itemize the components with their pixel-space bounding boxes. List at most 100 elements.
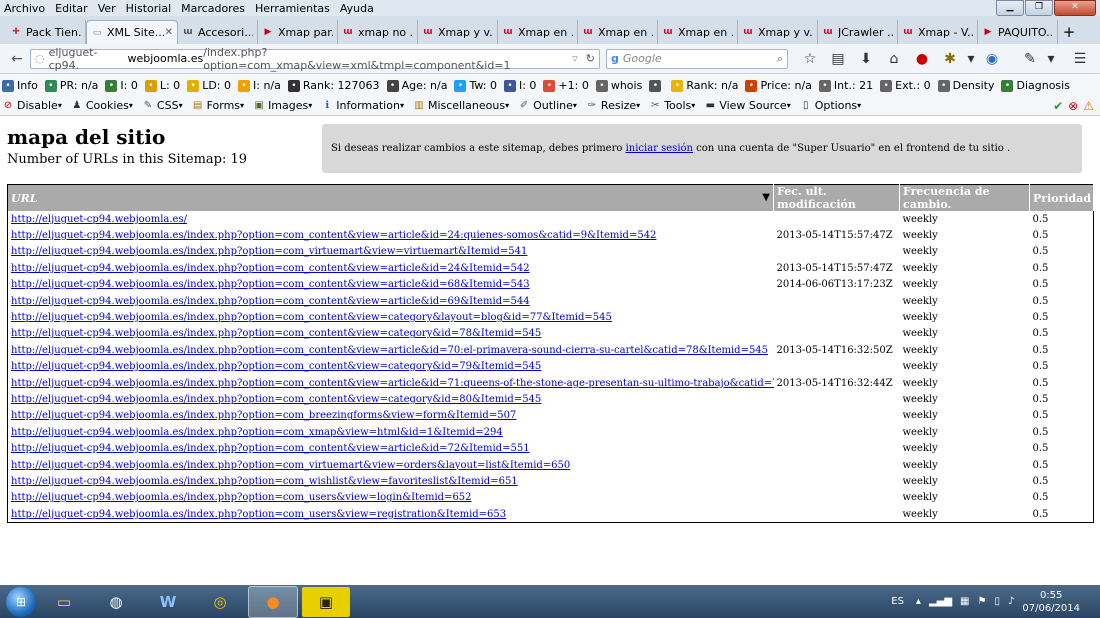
seo-item-5[interactable]: • I: n/a bbox=[238, 79, 281, 92]
sitemap-url-link[interactable]: http://eljuguet-cp94.webjoomla.es/index.… bbox=[11, 378, 774, 389]
header-lastmod[interactable]: Fec. ult. modificación bbox=[773, 184, 900, 211]
tray-expand-icon[interactable]: ▴ bbox=[916, 596, 921, 607]
tab-12[interactable]: ▶ PAQUITO... bbox=[978, 20, 1058, 44]
action-center-icon[interactable]: ⚑ bbox=[977, 596, 986, 607]
greasemonkey-icon[interactable]: ✱ bbox=[936, 51, 964, 67]
header-changefreq[interactable]: Frecuencia de cambio. bbox=[899, 184, 1030, 211]
sitemap-url-link[interactable]: http://eljuguet-cp94.webjoomla.es/index.… bbox=[11, 509, 506, 520]
seo-item-12[interactable]: • bbox=[649, 79, 664, 92]
seo-item-6[interactable]: • Rank: 127063 bbox=[287, 79, 380, 92]
sitemap-url-link[interactable]: http://eljuguet-cp94.webjoomla.es/index.… bbox=[11, 328, 541, 339]
menu-editar[interactable]: Editar bbox=[55, 2, 88, 15]
menu-ayuda[interactable]: Ayuda bbox=[340, 2, 374, 15]
seo-item-11[interactable]: • whois bbox=[595, 79, 642, 92]
taskbar-explorer[interactable]: ▭ bbox=[40, 587, 88, 617]
sitemap-url-link[interactable]: http://eljuguet-cp94.webjoomla.es/index.… bbox=[11, 492, 472, 503]
close-window-button[interactable]: ✕ bbox=[1054, 0, 1096, 16]
tab-5[interactable]: ɯ Xmap y v... bbox=[418, 20, 498, 44]
header-priority[interactable]: Prioridad bbox=[1029, 184, 1094, 211]
seo-item-4[interactable]: • LD: 0 bbox=[187, 79, 231, 92]
devbar-item-2[interactable]: ✎ CSS ▾ bbox=[142, 99, 183, 112]
sitemap-url-link[interactable]: http://eljuguet-cp94.webjoomla.es/index.… bbox=[11, 443, 530, 454]
devbar-item-1[interactable]: ♟ Cookies ▾ bbox=[71, 99, 133, 112]
clock[interactable]: 0:55 07/06/2014 bbox=[1022, 589, 1080, 615]
tab-9[interactable]: ɯ Xmap y v... bbox=[738, 20, 818, 44]
menu-herramientas[interactable]: Herramientas bbox=[255, 2, 330, 15]
addon-dropdown-icon[interactable]: ▾ bbox=[1044, 51, 1058, 67]
tab-6[interactable]: ɯ Xmap en ... bbox=[498, 20, 578, 44]
url-bar[interactable]: ◌ eljuguet-cp94. webjoomla.es/index.php?o… bbox=[30, 46, 600, 72]
seo-item-18[interactable]: • Diagnosis bbox=[1001, 79, 1070, 92]
menu-historial[interactable]: Historial bbox=[126, 2, 171, 15]
seo-item-8[interactable]: • Tw: 0 bbox=[454, 79, 497, 92]
seo-item-16[interactable]: • Ext.: 0 bbox=[880, 79, 931, 92]
minimize-button[interactable]: ▁ bbox=[996, 0, 1024, 16]
devbar-item-6[interactable]: ▥ Miscellaneous ▾ bbox=[413, 99, 509, 112]
devbar-item-3[interactable]: ▤ Forms ▾ bbox=[192, 99, 244, 112]
menu-archivo[interactable]: Archivo bbox=[4, 2, 45, 15]
valid-check-icon[interactable]: ✔ bbox=[1053, 99, 1063, 113]
back-button[interactable]: ← bbox=[6, 48, 28, 70]
bookmark-star-icon[interactable]: ☆ bbox=[796, 51, 824, 67]
taskbar-word[interactable]: W bbox=[144, 587, 192, 617]
reload-icon[interactable]: ↻ bbox=[586, 52, 595, 65]
menu-ver[interactable]: Ver bbox=[98, 2, 116, 15]
sitemap-url-link[interactable]: http://eljuguet-cp94.webjoomla.es/index.… bbox=[11, 246, 527, 257]
seo-item-7[interactable]: • Age: n/a bbox=[386, 79, 447, 92]
menu-marcadores[interactable]: Marcadores bbox=[181, 2, 245, 15]
start-button[interactable]: ⊞ bbox=[6, 586, 36, 617]
extension-dropdown-icon[interactable]: ▾ bbox=[964, 51, 978, 67]
sitemap-url-link[interactable]: http://eljuguet-cp94.webjoomla.es/index.… bbox=[11, 361, 541, 372]
tab-close-icon[interactable]: ✕ bbox=[165, 27, 173, 38]
error-icon[interactable]: ⊗ bbox=[1068, 99, 1078, 113]
sitemap-url-link[interactable]: http://eljuguet-cp94.webjoomla.es/index.… bbox=[11, 476, 518, 487]
sitemap-url-link[interactable]: http://eljuguet-cp94.webjoomla.es/index.… bbox=[11, 279, 530, 290]
devbar-item-11[interactable]: ▯ Options ▾ bbox=[800, 99, 861, 112]
taskbar-hp[interactable]: ◍ bbox=[92, 587, 140, 617]
header-url[interactable]: URL ▼ bbox=[7, 184, 774, 211]
seo-item-9[interactable]: • I: 0 bbox=[503, 79, 536, 92]
home-icon[interactable]: ⌂ bbox=[880, 51, 908, 67]
sitemap-url-link[interactable]: http://eljuguet-cp94.webjoomla.es/index.… bbox=[11, 312, 612, 323]
login-link[interactable]: iniciar sesión bbox=[626, 143, 693, 154]
sitemap-url-link[interactable]: http://eljuguet-cp94.webjoomla.es/index.… bbox=[11, 394, 541, 405]
warning-icon[interactable]: ⚠ bbox=[1083, 99, 1094, 113]
sort-down-icon[interactable]: ▼ bbox=[762, 192, 770, 203]
search-box[interactable]: g Google ⌕ bbox=[606, 48, 788, 69]
network-icon[interactable]: ▦ bbox=[960, 596, 969, 607]
sitemap-url-link[interactable]: http://eljuguet-cp94.webjoomla.es/ bbox=[11, 214, 187, 225]
downloads-icon[interactable]: ⬇ bbox=[852, 51, 880, 67]
devbar-item-10[interactable]: ▬ View Source ▾ bbox=[704, 99, 791, 112]
url-dropdown-icon[interactable]: ▿ bbox=[572, 52, 578, 65]
bookmarks-list-icon[interactable]: ▤ bbox=[824, 51, 852, 67]
language-indicator[interactable]: ES bbox=[891, 596, 904, 607]
search-magnifier-icon[interactable]: ⌕ bbox=[777, 52, 783, 66]
seo-item-17[interactable]: • Density bbox=[937, 79, 994, 92]
tab-1[interactable]: ▭ XML Site... ✕ bbox=[86, 20, 178, 44]
taskbar-chrome[interactable]: ◎ bbox=[196, 587, 244, 617]
new-tab-button[interactable]: + bbox=[1058, 20, 1080, 44]
sitemap-url-link[interactable]: http://eljuguet-cp94.webjoomla.es/index.… bbox=[11, 460, 570, 471]
sync-icon[interactable]: ◉ bbox=[978, 51, 1006, 67]
devbar-item-9[interactable]: ✂ Tools ▾ bbox=[649, 99, 695, 112]
power-icon[interactable]: ▯ bbox=[994, 596, 1000, 607]
seo-item-1[interactable]: • PR: n/a bbox=[44, 79, 98, 92]
sitemap-url-link[interactable]: http://eljuguet-cp94.webjoomla.es/index.… bbox=[11, 230, 656, 241]
tab-3[interactable]: ▶ Xmap par... bbox=[258, 20, 338, 44]
sitemap-url-link[interactable]: http://eljuguet-cp94.webjoomla.es/index.… bbox=[11, 410, 516, 421]
seo-item-14[interactable]: • Price: n/a bbox=[745, 79, 812, 92]
devbar-item-0[interactable]: ⊘ Disable ▾ bbox=[2, 99, 62, 112]
sitemap-url-link[interactable]: http://eljuguet-cp94.webjoomla.es/index.… bbox=[11, 296, 530, 307]
seo-item-2[interactable]: • I: 0 bbox=[105, 79, 138, 92]
seo-item-10[interactable]: • +1: 0 bbox=[543, 79, 589, 92]
addon-icon[interactable]: ✎ bbox=[1016, 51, 1044, 67]
tab-2[interactable]: ɯ Accesori... bbox=[178, 20, 258, 44]
seo-item-15[interactable]: • Int.: 21 bbox=[818, 79, 873, 92]
devbar-item-4[interactable]: ▣ Images ▾ bbox=[253, 99, 312, 112]
network-signal-icon[interactable]: ▂▄▆ bbox=[929, 596, 952, 607]
sitemap-url-link[interactable]: http://eljuguet-cp94.webjoomla.es/index.… bbox=[11, 427, 503, 438]
seo-item-0[interactable]: • Info bbox=[2, 79, 38, 92]
sitemap-url-link[interactable]: http://eljuguet-cp94.webjoomla.es/index.… bbox=[11, 263, 530, 274]
tab-8[interactable]: ɯ Xmap en ... bbox=[658, 20, 738, 44]
tab-11[interactable]: ɯ Xmap - V... bbox=[898, 20, 978, 44]
